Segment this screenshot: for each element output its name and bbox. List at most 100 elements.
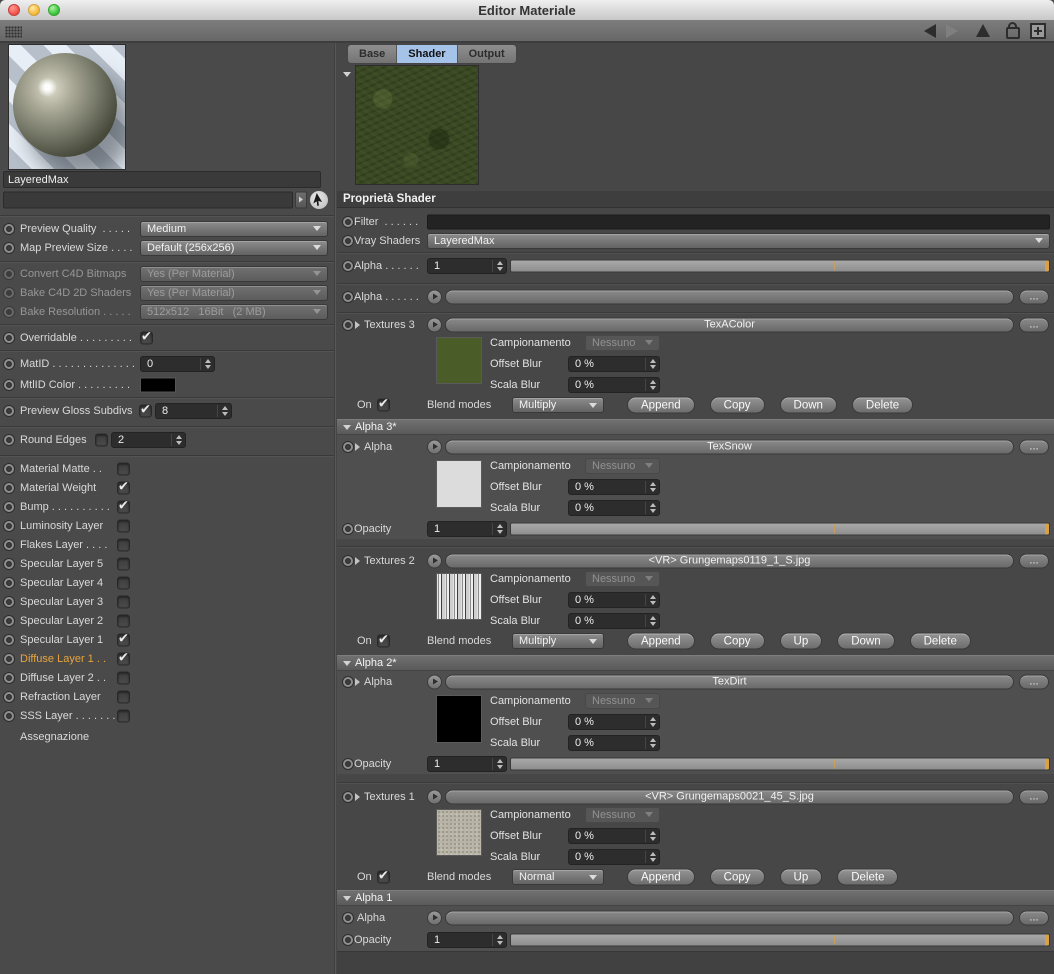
- back-icon[interactable]: [924, 23, 936, 38]
- up-arrow-icon[interactable]: [976, 24, 990, 37]
- layer-checkbox-specular5[interactable]: [117, 557, 130, 570]
- copy-button[interactable]: Copy: [709, 868, 765, 886]
- textures1-menu-button[interactable]: [427, 789, 442, 804]
- spinner-arrows-icon[interactable]: [492, 260, 506, 272]
- scala-blur-spinner[interactable]: 0 %: [568, 848, 660, 865]
- gloss-subdivs-checkbox[interactable]: [139, 402, 152, 418]
- spinner-arrows-icon[interactable]: [492, 758, 506, 770]
- alpha-spinner[interactable]: 1: [427, 258, 507, 274]
- mtlid-color-radio[interactable]: [4, 379, 14, 390]
- spinner-arrows-icon[interactable]: [492, 523, 506, 535]
- layer-checkbox-diffuse2[interactable]: [117, 671, 130, 684]
- textures1-blend-dropdown[interactable]: Normal: [512, 869, 604, 885]
- preview-quality-dropdown[interactable]: Medium: [140, 220, 328, 237]
- alpha2-opacity-slider[interactable]: [510, 757, 1050, 771]
- alpha1-opacity-radio[interactable]: [343, 935, 353, 945]
- tab-base[interactable]: Base: [348, 45, 398, 63]
- layer-checkbox-flakes[interactable]: [117, 538, 130, 551]
- spinner-arrows-icon[interactable]: [645, 378, 659, 391]
- layer-checkbox-diffuse1[interactable]: [117, 649, 130, 665]
- append-button[interactable]: Append: [627, 868, 695, 886]
- layer-checkbox-refraction[interactable]: [117, 690, 130, 703]
- delete-button[interactable]: Delete: [851, 396, 914, 414]
- textures2-texture-field[interactable]: <VR> Grungemaps0119_1_S.jpg: [445, 553, 1014, 568]
- spinner-arrows-icon[interactable]: [645, 480, 659, 493]
- alpha3-opacity-radio[interactable]: [343, 524, 353, 534]
- textures3-blend-dropdown[interactable]: Multiply: [512, 397, 604, 413]
- spinner-arrows-icon[interactable]: [200, 358, 214, 370]
- spinner-arrows-icon[interactable]: [645, 850, 659, 863]
- scala-blur-spinner[interactable]: 0 %: [568, 376, 660, 393]
- search-expand-button[interactable]: [295, 191, 307, 208]
- spinner-arrows-icon[interactable]: [492, 934, 506, 946]
- alpha1-texture-field[interactable]: [445, 910, 1014, 925]
- spinner-arrows-icon[interactable]: [645, 614, 659, 627]
- assegnazione-label[interactable]: Assegnazione: [20, 731, 89, 743]
- scala-blur-spinner[interactable]: 0 %: [568, 734, 660, 751]
- lock-icon[interactable]: [1006, 22, 1020, 39]
- layer-checkbox-sss[interactable]: [117, 709, 130, 722]
- alpha2-browse-button[interactable]: ...: [1019, 674, 1049, 689]
- layer-radio[interactable]: [4, 501, 14, 512]
- alpha1-radio[interactable]: [343, 912, 353, 923]
- layer-checkbox-specular1[interactable]: [117, 630, 130, 646]
- layer-checkbox-material-weight[interactable]: [117, 478, 130, 494]
- textures1-browse-button[interactable]: ...: [1019, 789, 1049, 804]
- filter-input[interactable]: [427, 214, 1050, 229]
- offset-blur-spinner[interactable]: 0 %: [568, 355, 660, 372]
- down-button[interactable]: Down: [779, 396, 837, 414]
- layer-radio[interactable]: [4, 558, 14, 569]
- layer-radio[interactable]: [4, 634, 14, 645]
- alpha-texture-field[interactable]: [445, 289, 1014, 304]
- layer-radio[interactable]: [4, 691, 14, 702]
- alpha3-section-header[interactable]: Alpha 3*: [337, 419, 1054, 435]
- textures2-menu-button[interactable]: [427, 553, 442, 568]
- alpha1-browse-button[interactable]: ...: [1019, 910, 1049, 925]
- overridable-checkbox[interactable]: [140, 328, 153, 344]
- alpha3-opacity-spinner[interactable]: 1: [427, 521, 507, 537]
- pick-object-button[interactable]: [309, 189, 329, 210]
- gloss-subdivs-spinner[interactable]: 8: [155, 403, 232, 419]
- textures1-texture-field[interactable]: <VR> Grungemaps0021_45_S.jpg: [445, 789, 1014, 804]
- filter-radio[interactable]: [343, 216, 353, 227]
- alpha1-section-header[interactable]: Alpha 1: [337, 890, 1054, 906]
- layer-radio[interactable]: [4, 539, 14, 550]
- matid-spinner[interactable]: 0: [140, 356, 215, 372]
- alpha3-radio[interactable]: [343, 441, 353, 452]
- overridable-radio[interactable]: [4, 332, 14, 343]
- layer-radio[interactable]: [4, 482, 14, 493]
- alpha2-menu-button[interactable]: [427, 674, 442, 689]
- alpha2-radio[interactable]: [343, 676, 353, 687]
- expand-icon[interactable]: [355, 677, 360, 686]
- spinner-arrows-icon[interactable]: [645, 736, 659, 749]
- offset-blur-spinner[interactable]: 0 %: [568, 591, 660, 608]
- alpha3-texture-field[interactable]: TexSnow: [445, 439, 1014, 454]
- alpha3-browse-button[interactable]: ...: [1019, 439, 1049, 454]
- copy-button[interactable]: Copy: [709, 396, 765, 414]
- map-preview-size-radio[interactable]: [4, 242, 14, 253]
- textures3-on-checkbox[interactable]: [377, 396, 390, 412]
- alpha2-opacity-radio[interactable]: [343, 759, 353, 769]
- spinner-arrows-icon[interactable]: [645, 357, 659, 370]
- expand-icon[interactable]: [355, 556, 360, 565]
- layer-radio[interactable]: [4, 710, 14, 721]
- offset-blur-spinner[interactable]: 0 %: [568, 478, 660, 495]
- gloss-subdivs-radio[interactable]: [4, 406, 14, 416]
- alpha2-opacity-spinner[interactable]: 1: [427, 756, 507, 772]
- matid-radio[interactable]: [4, 359, 14, 369]
- vray-shaders-radio[interactable]: [343, 235, 353, 246]
- material-name-input[interactable]: [3, 171, 321, 188]
- tab-shader[interactable]: Shader: [397, 45, 458, 63]
- layer-checkbox-luminosity[interactable]: [117, 519, 130, 532]
- spinner-arrows-icon[interactable]: [171, 434, 185, 446]
- down-button[interactable]: Down: [837, 632, 895, 650]
- spinner-arrows-icon[interactable]: [217, 405, 231, 417]
- layer-radio[interactable]: [4, 653, 14, 664]
- map-preview-size-dropdown[interactable]: Default (256x256): [140, 239, 328, 256]
- spinner-arrows-icon[interactable]: [645, 501, 659, 514]
- preview-quality-radio[interactable]: [4, 223, 14, 234]
- grip-icon[interactable]: [5, 26, 22, 38]
- round-edges-radio[interactable]: [4, 435, 14, 445]
- append-button[interactable]: Append: [627, 396, 695, 414]
- alpha1-opacity-slider[interactable]: [510, 933, 1050, 947]
